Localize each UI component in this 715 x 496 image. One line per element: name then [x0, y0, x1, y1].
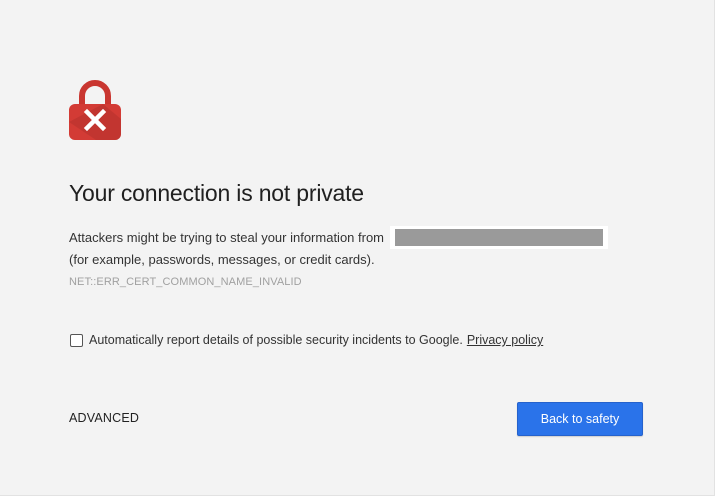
warning-message: Attackers might be trying to steal your … [69, 226, 649, 271]
privacy-policy-link[interactable]: Privacy policy [467, 333, 543, 347]
report-option: Automatically report details of possible… [70, 333, 543, 347]
warning-message-line2: (for example, passwords, messages, or cr… [69, 252, 375, 267]
page-title: Your connection is not private [69, 180, 364, 206]
back-to-safety-button[interactable]: Back to safety [517, 402, 643, 436]
advanced-button[interactable]: ADVANCED [69, 411, 139, 425]
lock-error-icon [68, 79, 122, 141]
redaction-bar [395, 229, 604, 246]
redacted-hostname [390, 226, 609, 249]
report-label: Automatically report details of possible… [89, 333, 463, 347]
warning-message-line1: Attackers might be trying to steal your … [69, 229, 385, 245]
error-code: NET::ERR_CERT_COMMON_NAME_INVALID [69, 276, 302, 288]
interstitial-page: Your connection is not private Attackers… [0, 0, 715, 496]
report-checkbox[interactable] [70, 333, 83, 347]
